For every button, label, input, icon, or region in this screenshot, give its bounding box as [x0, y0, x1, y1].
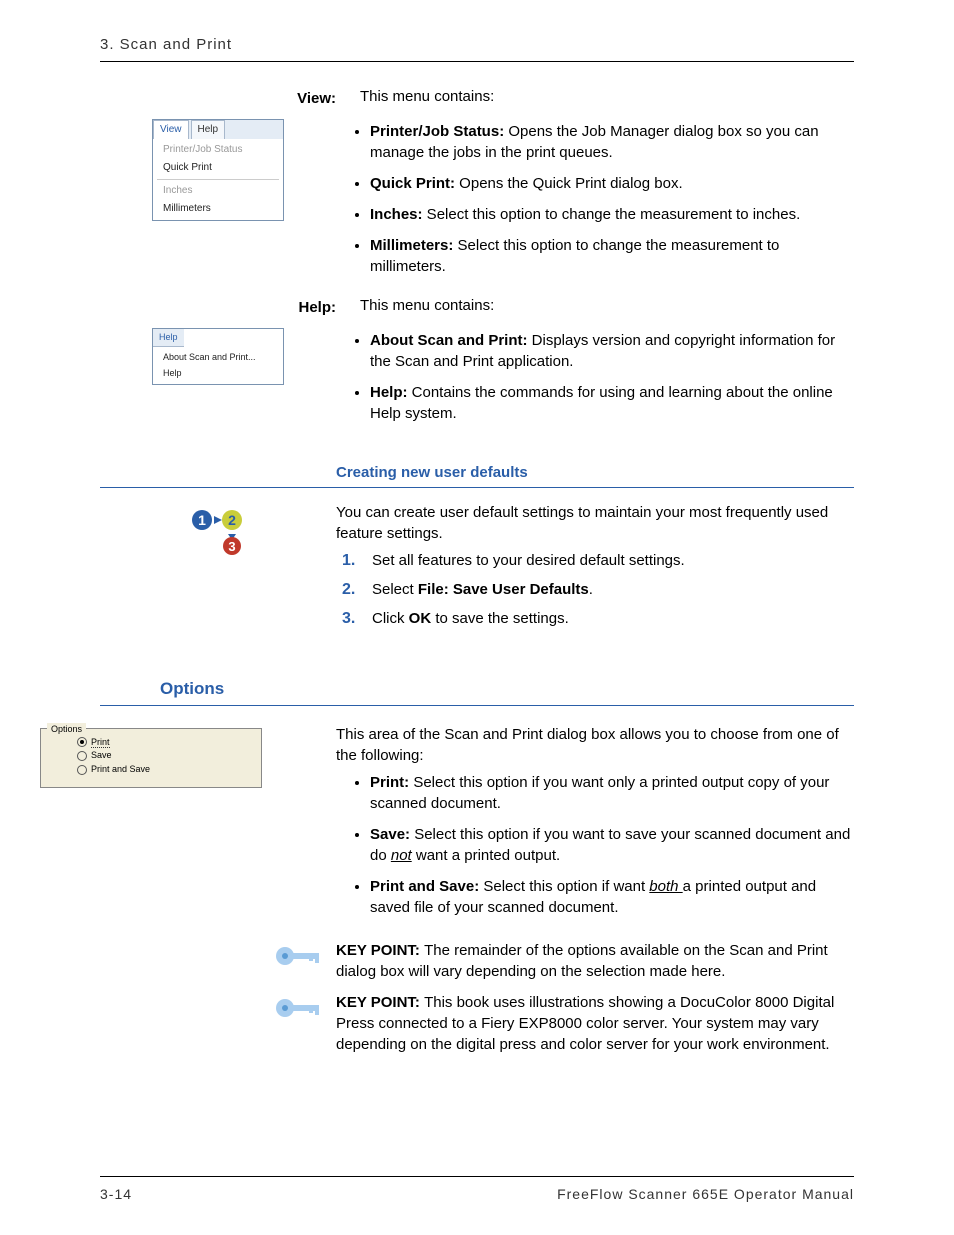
help-items-list: About Scan and Print: Displays version a…: [336, 330, 854, 424]
help-menu-item-help: Help: [153, 365, 283, 382]
help-intro: This menu contains:: [360, 295, 854, 318]
help-label: Help:: [100, 295, 360, 318]
view-menu-tab-help: Help: [191, 120, 226, 139]
chapter-header: 3. Scan and Print: [100, 34, 854, 55]
list-item: Select File: Save User Defaults.: [372, 579, 854, 600]
options-fieldset-figure: Options Print Save Print and Save: [40, 728, 262, 788]
options-figure-legend: Options: [47, 723, 86, 736]
defaults-rule: [100, 487, 854, 488]
options-figure-radio-save: Save: [77, 749, 251, 762]
options-rule: [100, 705, 854, 706]
help-menu-tab: Help: [153, 329, 184, 347]
view-menu-figure: View Help Printer/Job Status Quick Print…: [152, 119, 284, 221]
key-point-1: KEY POINT: The remainder of the options …: [336, 940, 854, 982]
svg-text:2: 2: [228, 512, 236, 528]
footer-manual-title: FreeFlow Scanner 665E Operator Manual: [557, 1185, 854, 1205]
defaults-heading: Creating new user defaults: [336, 462, 854, 483]
key-point-icon: [270, 992, 330, 1055]
list-item: Printer/Job Status: Opens the Job Manage…: [370, 121, 854, 163]
view-menu-tab-view: View: [153, 120, 189, 139]
list-item: Help: Contains the commands for using an…: [370, 382, 854, 424]
options-intro: This area of the Scan and Print dialog b…: [336, 724, 854, 766]
options-heading: Options: [160, 677, 854, 701]
view-menu-item-inches: Inches: [153, 182, 283, 200]
list-item: About Scan and Print: Displays version a…: [370, 330, 854, 372]
list-item: Print: Select this option if you want on…: [370, 772, 854, 814]
footer-page-number: 3-14: [100, 1185, 132, 1205]
help-menu-figure: Help About Scan and Print... Help: [152, 328, 284, 385]
svg-text:1: 1: [198, 512, 206, 528]
list-item: Print and Save: Select this option if wa…: [370, 876, 854, 918]
defaults-steps: Set all features to your desired default…: [336, 550, 854, 629]
header-rule: [100, 61, 854, 62]
list-item: Millimeters: Select this option to chang…: [370, 235, 854, 277]
options-items-list: Print: Select this option if you want on…: [336, 772, 854, 918]
list-item: Set all features to your desired default…: [372, 550, 854, 571]
view-menu-item-quickprint: Quick Print: [153, 159, 283, 177]
list-item: Save: Select this option if you want to …: [370, 824, 854, 866]
view-items-list: Printer/Job Status: Opens the Job Manage…: [336, 121, 854, 277]
view-intro: This menu contains:: [360, 86, 854, 109]
key-point-icon: [270, 940, 330, 982]
view-label: View:: [100, 86, 360, 109]
steps-123-icon: 1 2 3: [188, 506, 248, 556]
options-figure-radio-print: Print: [77, 736, 251, 749]
view-menu-item-printerjob: Printer/Job Status: [153, 141, 283, 159]
svg-text:3: 3: [228, 539, 235, 554]
list-item: Click OK to save the settings.: [372, 608, 854, 629]
list-item: Inches: Select this option to change the…: [370, 204, 854, 225]
list-item: Quick Print: Opens the Quick Print dialo…: [370, 173, 854, 194]
key-point-2: KEY POINT: This book uses illustrations …: [336, 992, 854, 1055]
view-menu-item-mm: Millimeters: [153, 200, 283, 218]
options-figure-radio-printsave: Print and Save: [77, 763, 251, 776]
defaults-intro: You can create user default settings to …: [336, 502, 854, 544]
help-menu-item-about: About Scan and Print...: [153, 349, 283, 366]
